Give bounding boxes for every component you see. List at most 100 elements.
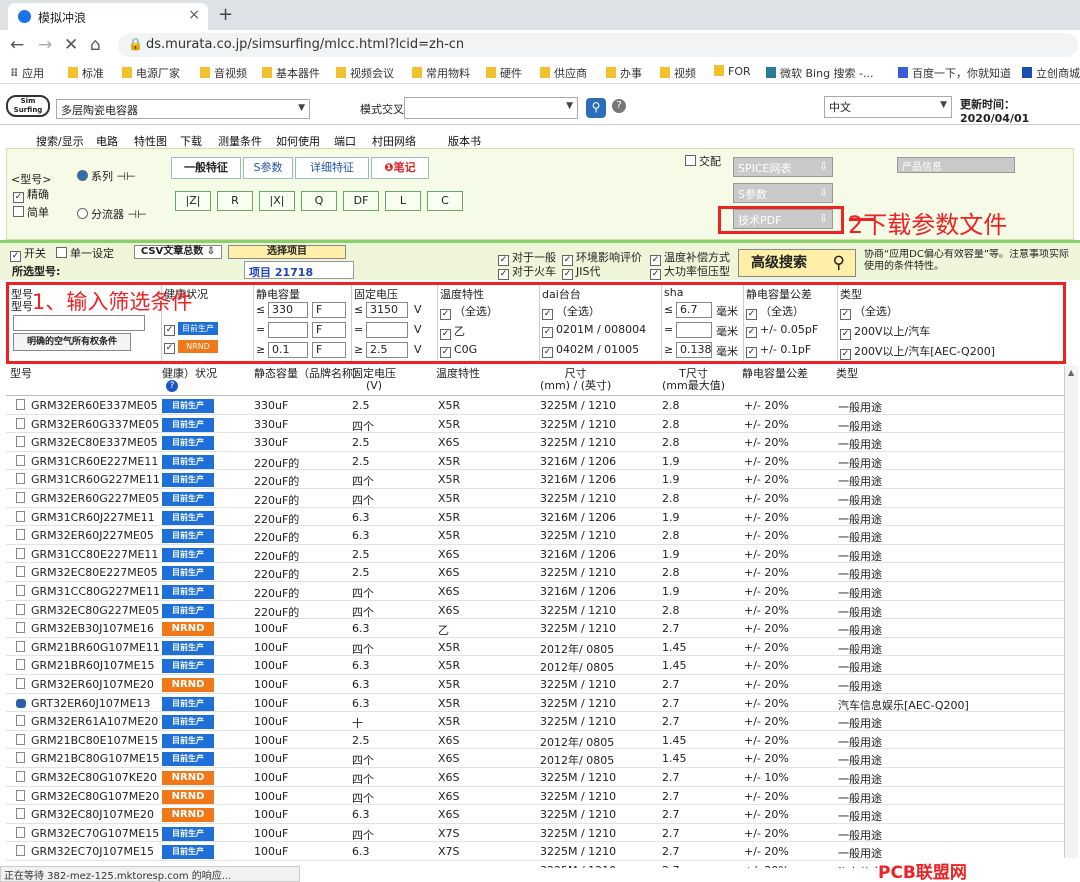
bookmark-hardware[interactable]: 硬件 xyxy=(486,65,522,81)
forward-icon[interactable]: → xyxy=(38,35,52,55)
csv-download-button[interactable]: CSV文章总数 ⇩ xyxy=(134,245,222,259)
switch-checkbox[interactable]: ✓ 开关 xyxy=(10,245,46,262)
table-row[interactable]: GRM32EC80G227ME05 目前生产 220uF的 四个 X6S 3225M / … xyxy=(6,601,1064,620)
home-icon[interactable]: ⌂ xyxy=(90,35,101,55)
table-row[interactable]: GRM21BR60J107ME15 目前生产 100uF 6.3 X5R 2012年/ 0… xyxy=(6,656,1064,675)
category-select[interactable]: 多层陶瓷电容器 ▼ xyxy=(56,99,310,119)
temp-c0g-check[interactable]: ✓ C0G xyxy=(440,343,477,358)
select-item-button[interactable]: 选择项目 xyxy=(228,245,346,259)
sha-min-input[interactable]: 0.138 xyxy=(676,342,712,358)
product-info-button[interactable]: 产品信息 xyxy=(897,157,1015,173)
menu-howto[interactable]: 如何使用 xyxy=(276,133,320,149)
model-number[interactable]: GRM32EB30J107ME16 xyxy=(31,622,154,635)
sha-max-input[interactable]: 6.7 xyxy=(676,302,712,318)
series-radio[interactable]: 系列 ⊣⊢ xyxy=(77,168,136,184)
param-z-button[interactable]: |Z| xyxy=(175,191,211,211)
menu-circuit[interactable]: 电路 xyxy=(96,133,118,149)
col-tolerance[interactable]: 静电容量公差 xyxy=(742,368,808,380)
table-row[interactable]: GRM32EC80E337ME05 目前生产 330uF 2.5 X6S 3225M / … xyxy=(6,433,1064,452)
col-voltage[interactable]: 固定电压 (V) xyxy=(352,368,396,392)
col-size[interactable]: 尺寸 (mm) / (英寸) xyxy=(540,368,611,392)
high-power-checkbox[interactable]: ✓ 大功率恒压型 xyxy=(650,263,730,280)
param-r-button[interactable]: R xyxy=(217,191,253,211)
model-number[interactable]: GRM32ER60J107ME20 xyxy=(31,678,154,691)
bookmark-suppliers[interactable]: 供应商 xyxy=(540,65,587,81)
table-row[interactable]: GRM32EC80G107ME20 NRND 100uF 四个 X6S 3225M / 1… xyxy=(6,787,1064,806)
cap-eq-input[interactable] xyxy=(268,322,308,338)
cross-ref-input[interactable]: ▼ xyxy=(404,97,578,119)
model-number[interactable]: GRM21BC80E107ME15 xyxy=(31,734,158,747)
model-number[interactable]: GRM32EC80J107ME20 xyxy=(31,808,154,821)
table-row[interactable]: GRM32EC80G107KE20 NRND 100uF 四个 X6S 3225M / 1… xyxy=(6,768,1064,787)
model-number[interactable]: GRM32ER60G227ME05 xyxy=(31,492,159,505)
language-select[interactable]: 中文 ▼ xyxy=(824,96,952,118)
single-setting-checkbox[interactable]: 单一设定 xyxy=(56,245,114,261)
table-row[interactable]: GRM32ER61A107ME20 目前生产 100uF 十 X5R 3225M / 12… xyxy=(6,712,1064,731)
bookmark-standard[interactable]: 标准 xyxy=(68,65,104,81)
tab-sparam[interactable]: S参数 xyxy=(243,157,293,179)
size-0402-check[interactable]: ✓ 0402M / 01005 xyxy=(542,343,639,358)
close-tab-icon[interactable]: × xyxy=(188,7,200,23)
model-number[interactable]: GRM31CR60J227ME11 xyxy=(31,511,155,524)
help-icon[interactable]: ? xyxy=(612,99,626,113)
model-number[interactable]: GRM32ER61A107ME20 xyxy=(31,715,158,728)
chevron-up-icon[interactable]: ▲ xyxy=(1068,368,1074,377)
menu-measure[interactable]: 测量条件 xyxy=(218,133,262,149)
type-auto-check[interactable]: ✓ 200V以上/汽车 xyxy=(840,323,930,340)
param-l-button[interactable]: L xyxy=(385,191,421,211)
cap-unit-select[interactable]: F xyxy=(312,322,346,338)
menu-search[interactable]: 搜索/显示 xyxy=(36,133,84,149)
tab-detail[interactable]: 详细特征 xyxy=(295,157,369,179)
param-df-button[interactable]: DF xyxy=(343,191,379,211)
table-row[interactable]: GRM32ER60G337ME05 目前生产 330uF 四个 X5R 3225M / 1… xyxy=(6,415,1064,434)
status-nrnd-check[interactable]: ✓ NRND xyxy=(164,339,218,354)
tol-01-check[interactable]: ✓ +/- 0.1pF xyxy=(746,343,811,358)
menu-murata-net[interactable]: 村田网络 xyxy=(372,133,416,149)
menu-download[interactable]: 下载 xyxy=(180,133,202,149)
model-number[interactable]: GRM32EC80E337ME05 xyxy=(31,436,158,449)
model-number[interactable]: GRM32ER60G337ME05 xyxy=(31,418,159,431)
table-row[interactable]: GRM31CC80E227ME11 目前生产 220uF的 2.5 X6S 3216M /… xyxy=(6,545,1064,564)
advanced-search-button[interactable]: 高级搜索 ⚲ xyxy=(738,249,856,277)
url-field[interactable]: 🔒 ds.murata.co.jp/simsurfing/mlcc.html?l… xyxy=(118,33,1078,57)
table-row[interactable]: GRM32EC80J107ME20 NRND 100uF 6.3 X6S 3225M / … xyxy=(6,805,1064,824)
bookmark-baidu[interactable]: 百度一下，你就知道 xyxy=(898,65,1011,81)
table-row[interactable]: GRM32EC80E227ME05 目前生产 220uF的 2.5 X6S 3225M /… xyxy=(6,563,1064,582)
volt-max-input[interactable]: 3150 xyxy=(366,302,408,318)
model-number[interactable]: GRM32EC80G227ME05 xyxy=(31,604,159,617)
new-tab-button[interactable]: + xyxy=(218,4,233,25)
search-icon[interactable]: ⚲ xyxy=(586,98,606,118)
model-number[interactable]: GRM31CC80G227ME11 xyxy=(31,585,160,598)
menu-version[interactable]: 版本书 xyxy=(448,133,481,149)
cap-min-input[interactable]: 0.1 xyxy=(268,342,308,358)
sparam-download-button[interactable]: S参数 ⇩ xyxy=(733,183,833,203)
sha-eq-input[interactable] xyxy=(676,322,712,338)
table-row[interactable]: GRM31CR60G227ME11 目前生产 220uF的 四个 X5R 3216M / … xyxy=(6,470,1064,489)
table-row[interactable]: GRM21BC80E107ME15 目前生产 100uF 2.5 X6S 2012年/ 0… xyxy=(6,731,1064,750)
table-row[interactable]: GRM31CR60E227ME11 目前生产 220uF的 2.5 X5R 3216M /… xyxy=(6,452,1064,471)
table-row[interactable]: GRM32ER60G227ME05 目前生产 220uF的 四个 X5R 3225M / … xyxy=(6,489,1064,508)
col-type[interactable]: 类型 xyxy=(836,368,858,380)
bookmark-video[interactable]: 视频 xyxy=(660,65,696,81)
bookmark-apps[interactable]: ⠿ 应用 xyxy=(10,65,44,81)
tab-general[interactable]: 一般特征 xyxy=(171,157,241,179)
param-x-button[interactable]: |X| xyxy=(259,191,295,211)
param-c-button[interactable]: C xyxy=(427,191,463,211)
col-capacitance[interactable]: 静态容量（品牌名称） xyxy=(254,368,364,380)
col-model[interactable]: 型号 xyxy=(10,368,32,380)
type-all-check[interactable]: ✓ （全选） xyxy=(840,303,898,320)
status-current-check[interactable]: ✓ 目前生产 xyxy=(164,321,218,336)
tab-notes[interactable]: ❶笔记 xyxy=(371,157,429,179)
model-number[interactable]: GRM32ER60J227ME05 xyxy=(31,529,154,542)
spice-netlist-button[interactable]: SPICE网表 ⇩ xyxy=(733,157,833,177)
bookmark-basic[interactable]: 基本器件 xyxy=(262,65,320,81)
table-row[interactable]: GRM32ER60J107ME20 NRND 100uF 6.3 X5R 3225M / … xyxy=(6,675,1064,694)
table-row[interactable]: GRM31CC80G227ME11 目前生产 220uF的 四个 X6S 3216M / … xyxy=(6,582,1064,601)
bookmark-av[interactable]: 音视频 xyxy=(200,65,247,81)
model-number[interactable]: GRM21BC80G107ME15 xyxy=(31,752,160,765)
model-number[interactable]: GRM21BR60J107ME15 xyxy=(31,659,155,672)
model-number[interactable]: GRM31CR60G227ME11 xyxy=(31,473,160,486)
cap-unit-select[interactable]: F xyxy=(312,342,346,358)
temp-all-check[interactable]: ✓ （全选） xyxy=(440,303,498,320)
model-number[interactable]: GRM32EC70J107ME15 xyxy=(31,845,154,858)
